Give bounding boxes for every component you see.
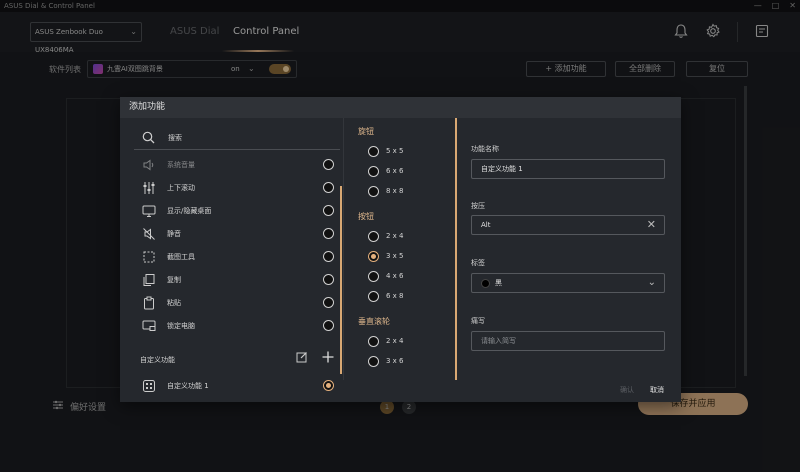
group-title-vertical-wheel: 垂直滚轮: [358, 317, 390, 326]
search-input[interactable]: 搜索: [168, 133, 182, 143]
dialog-footer: 确认 取消: [120, 380, 681, 402]
volume-icon: [143, 159, 154, 171]
option-label: 2 x 4: [386, 232, 404, 240]
option-button-3x5[interactable]: 3 x 5: [368, 249, 448, 265]
sliders-icon: [143, 182, 155, 194]
layout-options: 旋钮 5 x 5 6 x 6 8 x 8 按钮 2 x 4 3 x 5 4 x …: [352, 118, 452, 380]
option-knob-5x5[interactable]: 5 x 5: [368, 144, 448, 160]
add-function-dialog: 添加功能 搜索 系统音量 上下滚动 显示/隐藏桌面 静音 截图工具 复制 粘贴 …: [120, 97, 681, 402]
name-label: 功能名称: [471, 145, 499, 153]
note-input[interactable]: 请输入简写: [471, 331, 665, 351]
function-item-mute[interactable]: 静音: [134, 223, 340, 245]
function-radio[interactable]: [323, 320, 334, 331]
function-radio[interactable]: [323, 274, 334, 285]
option-button-4x6[interactable]: 4 x 6: [368, 269, 448, 285]
copy-icon: [143, 274, 155, 286]
option-wheel-2x4[interactable]: 2 x 4: [368, 334, 448, 350]
option-label: 6 x 6: [386, 167, 404, 175]
option-radio[interactable]: [368, 336, 379, 347]
clear-icon[interactable]: ✕: [647, 216, 656, 234]
option-label: 8 x 8: [386, 187, 404, 195]
function-label: 复制: [167, 276, 181, 284]
function-radio[interactable]: [323, 251, 334, 262]
dialog-title: 添加功能: [120, 97, 681, 118]
function-item-screenshot[interactable]: 截图工具: [134, 246, 340, 268]
custom-section-title: 自定义功能: [140, 356, 175, 364]
search-icon: [142, 131, 155, 144]
key-label: 按压: [471, 202, 485, 210]
function-radio[interactable]: [323, 159, 334, 170]
function-radio[interactable]: [323, 182, 334, 193]
option-knob-6x6[interactable]: 6 x 6: [368, 164, 448, 180]
edit-icon[interactable]: [296, 351, 308, 366]
mute-icon: [143, 228, 155, 240]
function-label: 截图工具: [167, 253, 195, 261]
option-button-6x8[interactable]: 6 x 8: [368, 289, 448, 305]
option-radio-selected[interactable]: [368, 251, 379, 262]
accent-divider-left: [340, 186, 342, 374]
function-item-scroll[interactable]: 上下滚动: [134, 177, 340, 199]
key-field[interactable]: Alt ✕: [471, 215, 665, 235]
search-box[interactable]: 搜索: [134, 124, 340, 150]
option-radio[interactable]: [368, 146, 379, 157]
option-radio[interactable]: [368, 356, 379, 367]
function-label: 粘贴: [167, 299, 181, 307]
function-list: 搜索 系统音量 上下滚动 显示/隐藏桌面 静音 截图工具 复制 粘贴 锁定电脑 …: [126, 118, 348, 392]
group-title-knob: 旋钮: [358, 127, 374, 136]
note-label: 痛写: [471, 317, 485, 325]
function-radio[interactable]: [323, 205, 334, 216]
function-label: 锁定电脑: [167, 322, 195, 330]
function-radio[interactable]: [323, 228, 334, 239]
tag-label: 标签: [471, 259, 485, 267]
chevron-down-icon: ⌄: [647, 277, 656, 288]
paste-icon: [144, 296, 154, 310]
option-radio[interactable]: [368, 291, 379, 302]
function-label: 系统音量: [167, 161, 195, 169]
column-divider: [343, 118, 344, 380]
tag-select[interactable]: 黑 ⌄: [471, 273, 665, 293]
function-label: 静音: [167, 230, 181, 238]
confirm-button[interactable]: 确认: [620, 385, 634, 395]
option-button-2x4[interactable]: 2 x 4: [368, 229, 448, 245]
function-item-copy[interactable]: 复制: [134, 269, 340, 291]
function-item-lock[interactable]: 锁定电脑: [134, 315, 340, 337]
accent-divider-right: [455, 118, 457, 380]
option-wheel-3x6[interactable]: 3 x 6: [368, 354, 448, 370]
lock-computer-icon: [142, 320, 156, 331]
function-item-paste[interactable]: 粘贴: [134, 292, 340, 314]
option-radio[interactable]: [368, 166, 379, 177]
tag-value: 黑: [495, 279, 502, 287]
function-form: 功能名称 自定义功能 1 按压 Alt ✕ 标签 黑 ⌄ 痛写 请输入简写: [463, 118, 681, 380]
color-swatch: [481, 279, 490, 288]
key-value: Alt: [481, 221, 491, 229]
group-title-button: 按钮: [358, 212, 374, 221]
option-label: 3 x 6: [386, 357, 404, 365]
cancel-button[interactable]: 取消: [650, 385, 664, 395]
option-radio[interactable]: [368, 271, 379, 282]
name-field[interactable]: 自定义功能 1: [471, 159, 665, 179]
function-radio[interactable]: [323, 297, 334, 308]
option-label: 2 x 4: [386, 337, 404, 345]
desktop-icon: [142, 205, 156, 217]
screenshot-icon: [143, 251, 155, 263]
function-item-volume[interactable]: 系统音量: [134, 154, 340, 176]
option-knob-8x8[interactable]: 8 x 8: [368, 184, 448, 200]
option-radio[interactable]: [368, 186, 379, 197]
option-label: 4 x 6: [386, 272, 404, 280]
add-icon[interactable]: [322, 351, 334, 366]
option-label: 6 x 8: [386, 292, 404, 300]
option-label: 3 x 5: [386, 252, 404, 260]
function-item-desktop[interactable]: 显示/隐藏桌面: [134, 200, 340, 222]
option-radio[interactable]: [368, 231, 379, 242]
function-label: 显示/隐藏桌面: [167, 207, 212, 215]
option-label: 5 x 5: [386, 147, 404, 155]
function-label: 上下滚动: [167, 184, 195, 192]
